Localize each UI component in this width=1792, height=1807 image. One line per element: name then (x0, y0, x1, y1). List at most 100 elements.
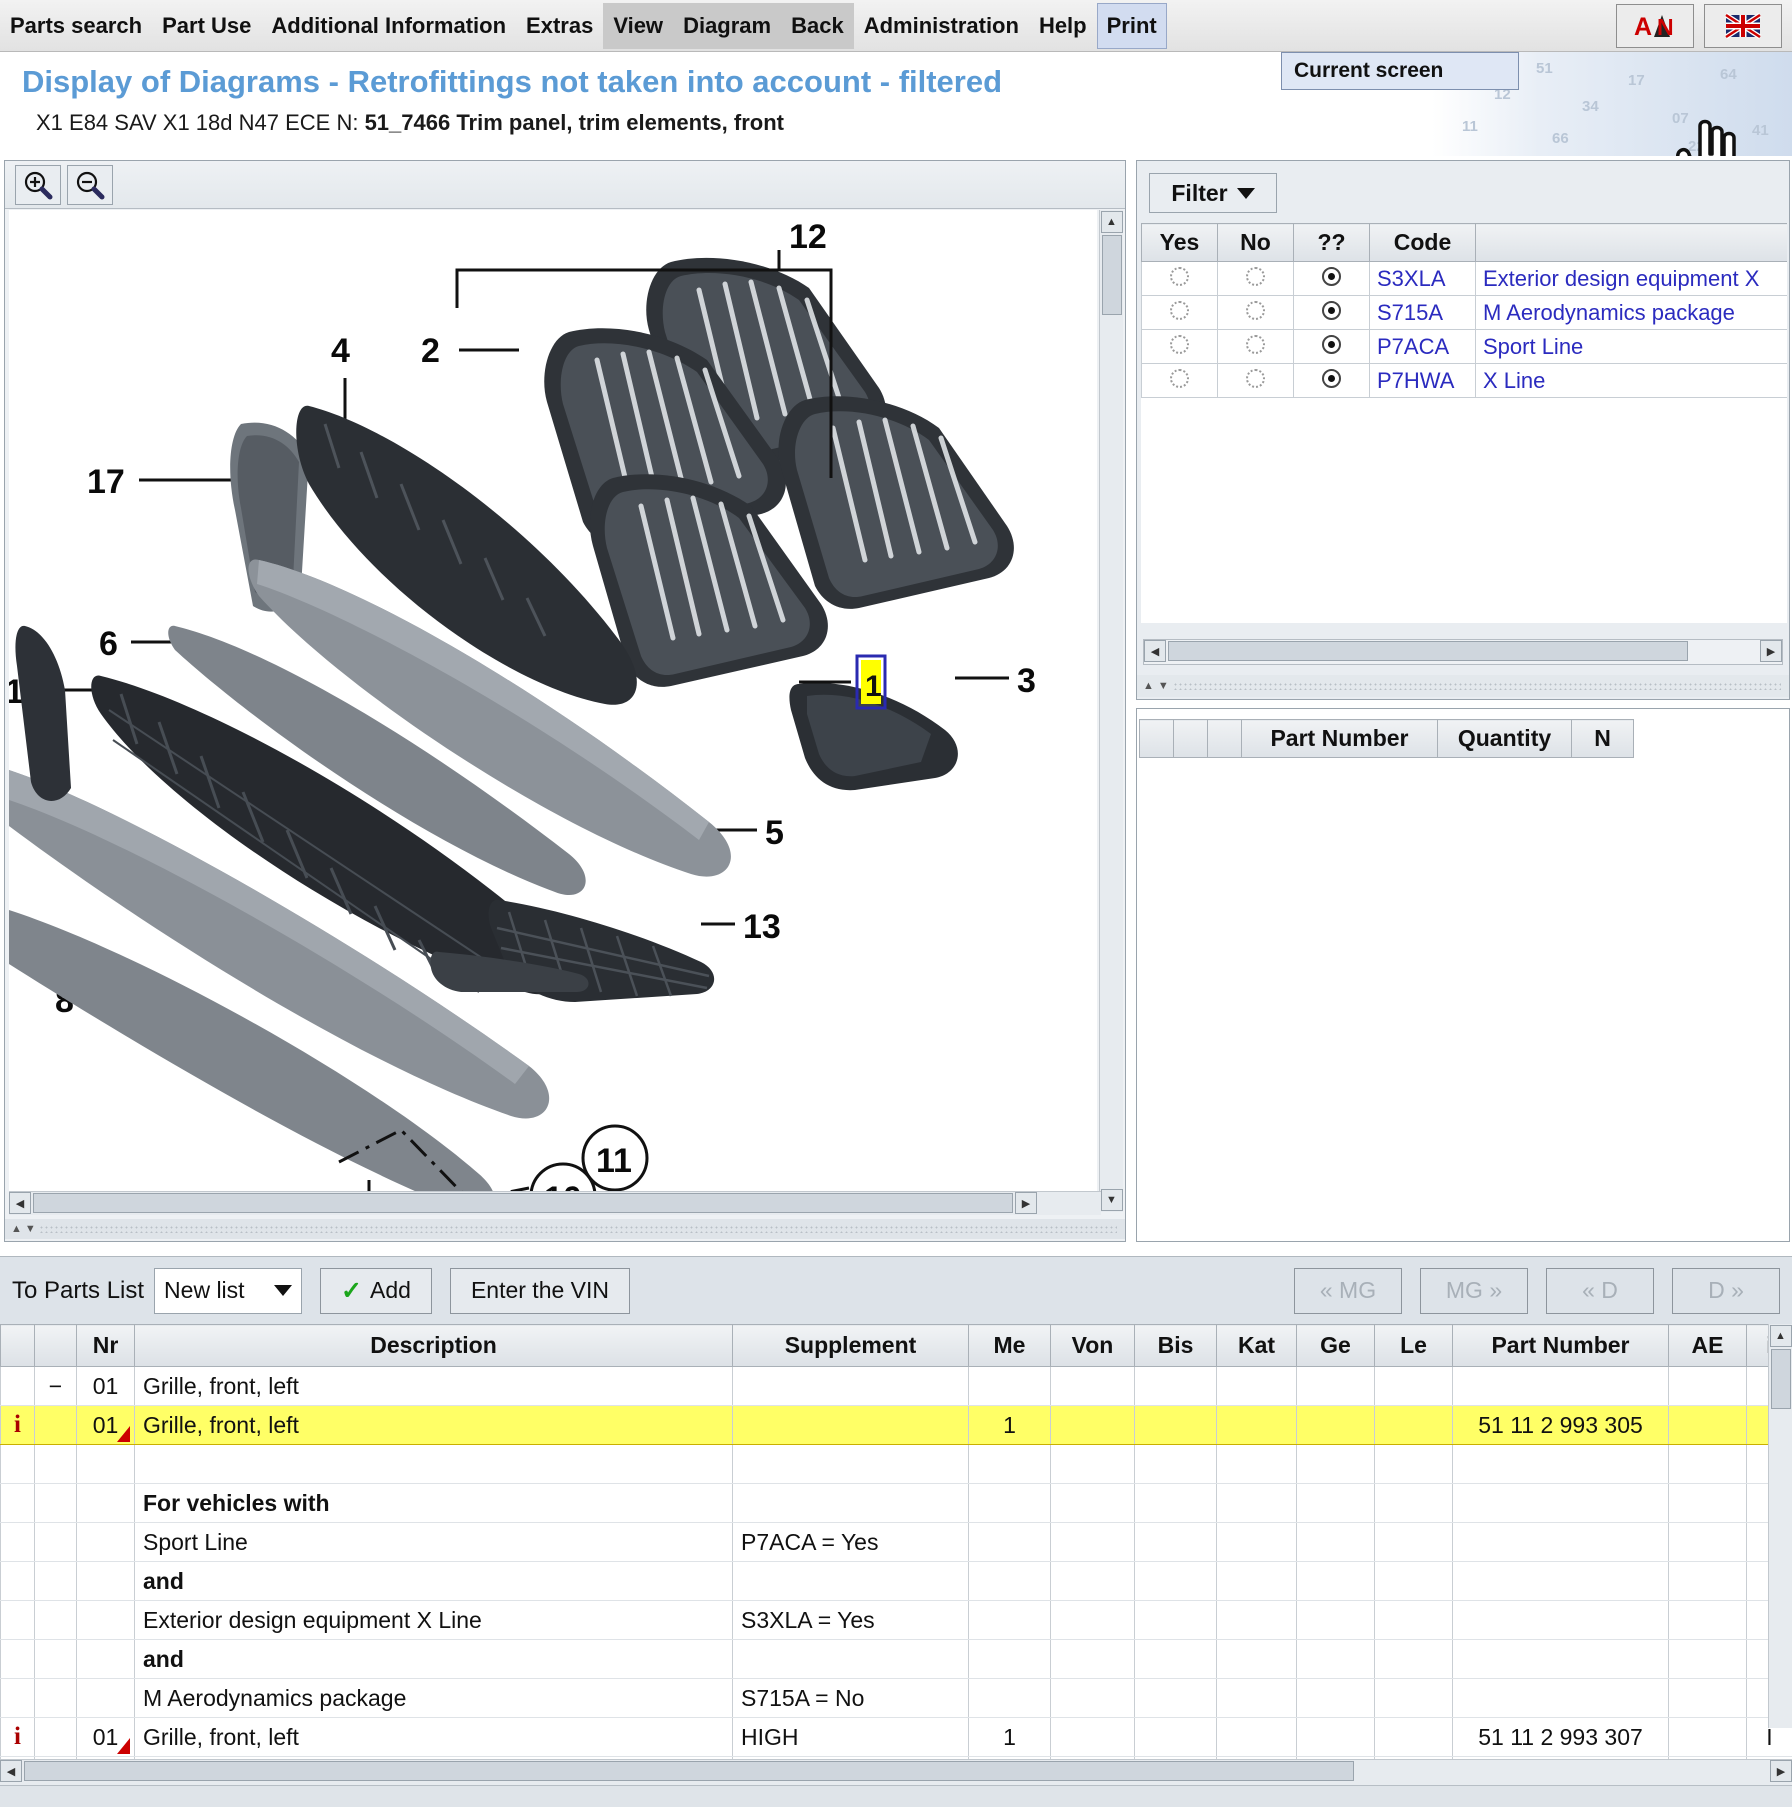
radio-selected-icon[interactable] (1322, 266, 1341, 286)
parts-cell-icon[interactable]: i (0, 1405, 35, 1445)
parts-vertical-scrollbar[interactable]: ▲ (1768, 1324, 1792, 1728)
parts-cell-ge[interactable] (1296, 1678, 1375, 1718)
radio-unselected-icon[interactable] (1246, 266, 1265, 286)
parts-cell-me[interactable] (968, 1444, 1051, 1484)
expand-collapse-icon[interactable]: − (49, 1373, 62, 1399)
options-row[interactable]: P7HWA X Line (1141, 363, 1787, 398)
options-cell-unknown[interactable] (1293, 363, 1370, 398)
parts-cell-nr[interactable] (76, 1600, 135, 1640)
parts-col-le[interactable]: Le (1374, 1324, 1453, 1367)
parts-col-expand[interactable] (34, 1324, 77, 1367)
parts-cell-kat[interactable] (1216, 1717, 1297, 1757)
parts-cell-bis[interactable] (1134, 1522, 1217, 1562)
parts-cell-me[interactable] (968, 1678, 1051, 1718)
parts-cell-bis[interactable] (1134, 1483, 1217, 1523)
menu-item-additional-information[interactable]: Additional Information (261, 3, 516, 49)
parts-vscroll-thumb[interactable] (1770, 1349, 1791, 1409)
next-d-button[interactable]: D » (1672, 1267, 1780, 1314)
parts-cell-nr[interactable] (76, 1522, 135, 1562)
menu-item-diagram[interactable]: Diagram (673, 2, 782, 49)
menu-item-help[interactable]: Help (1029, 3, 1097, 49)
parts-col-kat[interactable]: Kat (1216, 1324, 1297, 1367)
table-row[interactable]: M Aerodynamics package S715A = No (0, 1678, 1792, 1718)
parts-cell-part-number[interactable] (1452, 1639, 1669, 1679)
filter-scroll-left-arrow-icon[interactable]: ◀ (1144, 640, 1166, 662)
options-col-description[interactable]: Descrip (1475, 223, 1787, 262)
table-row[interactable]: Sport Line P7ACA = Yes (0, 1522, 1792, 1562)
options-cell-unknown[interactable] (1293, 329, 1370, 364)
parts-cell-description[interactable]: and (134, 1639, 733, 1679)
parts-col-description[interactable]: Description (134, 1324, 733, 1367)
letter-a-red-icon-button[interactable]: A N (1616, 3, 1694, 48)
parts-cell-ge[interactable] (1296, 1366, 1375, 1406)
parts-cell-me[interactable]: 1 (968, 1717, 1051, 1757)
radio-unselected-icon[interactable] (1246, 300, 1265, 320)
parts-cell-kat[interactable] (1216, 1639, 1297, 1679)
parts-cell-von[interactable] (1050, 1483, 1135, 1523)
parts-cell-nr[interactable] (76, 1561, 135, 1601)
options-cell-code[interactable]: S715A (1369, 295, 1476, 330)
options-col-no[interactable]: No (1217, 223, 1294, 262)
parts-cell-kat[interactable] (1216, 1600, 1297, 1640)
parts-col-me[interactable]: Me (968, 1324, 1051, 1367)
options-cell-no[interactable] (1217, 295, 1294, 330)
parts-cell-le[interactable] (1374, 1639, 1453, 1679)
parts-cell-me[interactable] (968, 1639, 1051, 1679)
part-col-blank-2[interactable] (1173, 719, 1208, 758)
parts-cell-expand[interactable] (34, 1717, 77, 1757)
next-mg-button[interactable]: MG » (1420, 1267, 1528, 1314)
menu-item-extras[interactable]: Extras (516, 3, 603, 49)
part-col-blank-1[interactable] (1139, 719, 1174, 758)
parts-cell-description[interactable]: M Aerodynamics package (134, 1678, 733, 1718)
parts-cell-supplement[interactable] (732, 1405, 969, 1445)
parts-cell-nr[interactable] (76, 1444, 135, 1484)
table-row[interactable] (0, 1444, 1792, 1484)
options-cell-yes[interactable] (1141, 261, 1218, 296)
parts-cell-description[interactable] (134, 1444, 733, 1484)
parts-cell-le[interactable] (1374, 1444, 1453, 1484)
options-cell-description[interactable]: M Aerodynamics package (1475, 295, 1787, 330)
table-row[interactable]: − 01 Grille, front, left (0, 1366, 1792, 1406)
parts-cell-le[interactable] (1374, 1522, 1453, 1562)
parts-cell-me[interactable] (968, 1366, 1051, 1406)
parts-cell-description[interactable]: and (134, 1561, 733, 1601)
parts-col-supplement[interactable]: Supplement (732, 1324, 969, 1367)
diagram-vertical-scrollbar[interactable]: ▲ ▼ (1099, 210, 1123, 1212)
menu-item-part-use[interactable]: Part Use (152, 3, 261, 49)
parts-cell-expand[interactable] (34, 1600, 77, 1640)
filter-splitter-down-arrow-icon[interactable]: ▼ (1158, 680, 1169, 692)
parts-cell-nr[interactable] (76, 1678, 135, 1718)
parts-cell-ge[interactable] (1296, 1639, 1375, 1679)
parts-cell-ge[interactable] (1296, 1405, 1375, 1445)
parts-cell-description[interactable]: Sport Line (134, 1522, 733, 1562)
parts-cell-nr[interactable]: 01 (76, 1366, 135, 1406)
menu-item-print[interactable]: Print (1096, 2, 1167, 49)
parts-cell-me[interactable] (968, 1561, 1051, 1601)
parts-cell-description[interactable]: Exterior design equipment X Line (134, 1600, 733, 1640)
menu-item-view[interactable]: View (603, 2, 674, 49)
parts-cell-expand[interactable] (34, 1522, 77, 1562)
parts-col-von[interactable]: Von (1050, 1324, 1135, 1367)
table-row[interactable]: Exterior design equipment X Line S3XLA = … (0, 1600, 1792, 1640)
parts-cell-bis[interactable] (1134, 1600, 1217, 1640)
parts-cell-description[interactable]: For vehicles with (134, 1483, 733, 1523)
filter-horizontal-scrollbar[interactable]: ◀ ▶ (1143, 639, 1783, 665)
options-cell-code[interactable]: P7ACA (1369, 329, 1476, 364)
parts-cell-le[interactable] (1374, 1366, 1453, 1406)
parts-cell-part-number[interactable] (1452, 1678, 1669, 1718)
parts-hscroll-thumb[interactable] (24, 1761, 1354, 1781)
filter-splitter[interactable]: ▲ ▼ (1137, 675, 1789, 697)
options-row[interactable]: S3XLA Exterior design equipment X (1141, 261, 1787, 296)
parts-cell-ge[interactable] (1296, 1717, 1375, 1757)
add-button[interactable]: ✓ Add (320, 1267, 432, 1314)
parts-cell-ae[interactable] (1668, 1717, 1747, 1757)
parts-cell-expand[interactable] (34, 1639, 77, 1679)
parts-cell-ae[interactable] (1668, 1366, 1747, 1406)
parts-cell-me[interactable] (968, 1522, 1051, 1562)
options-cell-description[interactable]: Sport Line (1475, 329, 1787, 364)
parts-cell-von[interactable] (1050, 1678, 1135, 1718)
parts-cell-description[interactable]: Grille, front, left (134, 1405, 733, 1445)
parts-cell-kat[interactable] (1216, 1561, 1297, 1601)
part-col-blank-3[interactable] (1207, 719, 1242, 758)
parts-scroll-up-arrow-icon[interactable]: ▲ (1769, 1325, 1792, 1347)
